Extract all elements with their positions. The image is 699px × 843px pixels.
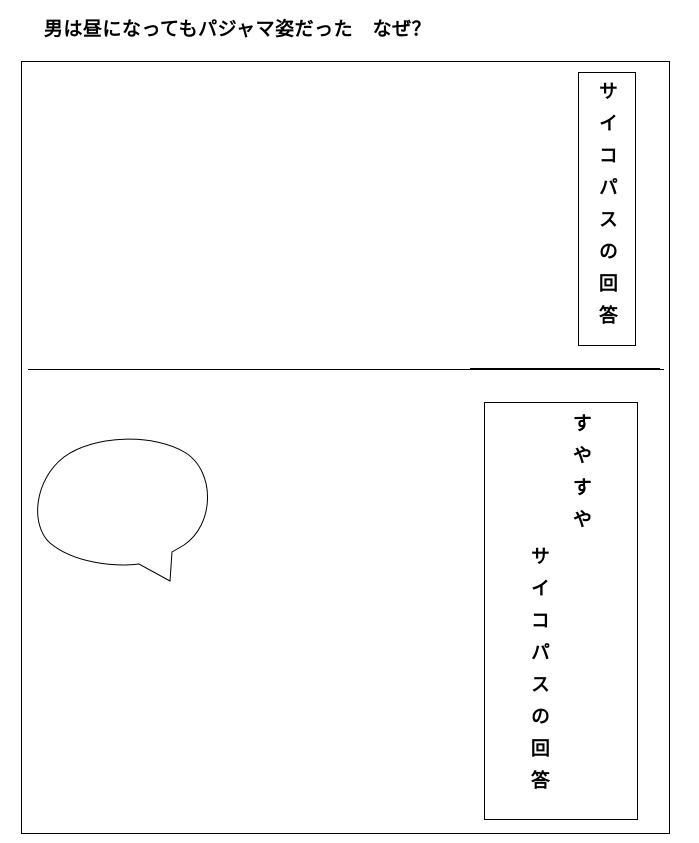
question-title: 男は昼になってもパジャマ姿だった なぜ？ — [44, 18, 432, 40]
bottom-panel-line: すやすや — [570, 413, 592, 541]
top-panel-caption-box: サイコパスの回答 — [578, 72, 636, 346]
bottom-panel-caption: サイコパスの回答 — [528, 546, 550, 802]
speech-bubble — [37, 438, 208, 582]
panel-divider-accent — [470, 368, 660, 370]
top-panel-caption: サイコパスの回答 — [596, 81, 618, 337]
bottom-panel-caption-box: すやすや サイコパスの回答 — [484, 402, 638, 820]
